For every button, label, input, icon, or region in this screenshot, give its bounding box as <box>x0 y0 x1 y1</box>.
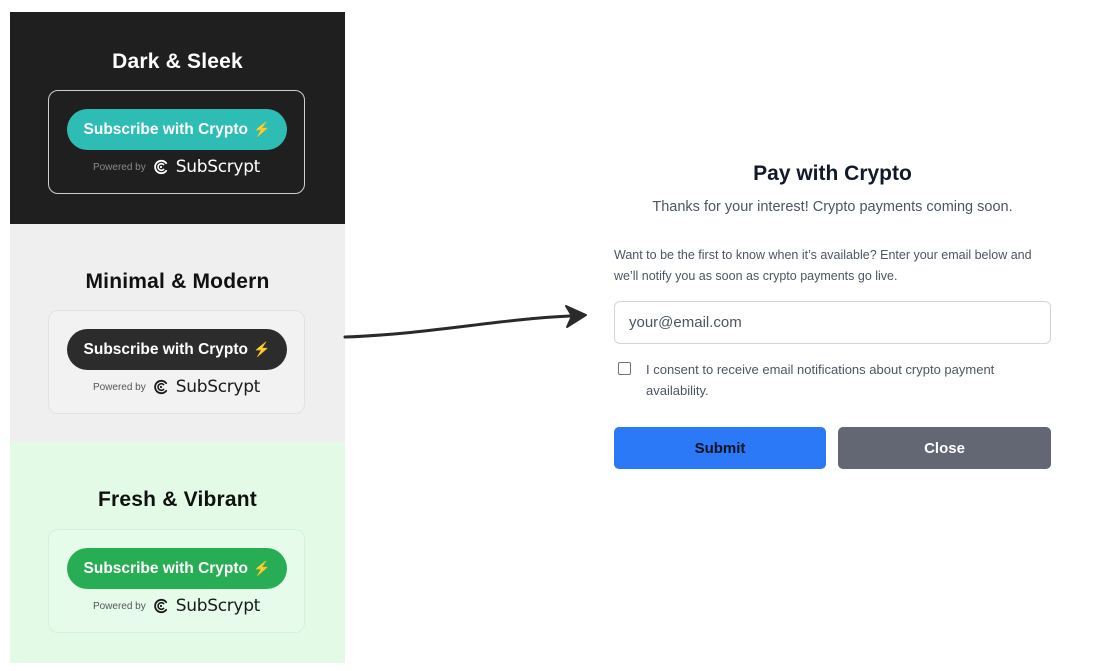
theme-title: Minimal & Modern <box>85 270 270 293</box>
subscribe-widget: Subscribe with Crypto ⚡ Powered by SubSc… <box>48 310 305 414</box>
email-field[interactable] <box>614 301 1051 344</box>
close-button[interactable]: Close <box>838 427 1051 469</box>
consent-label: I consent to receive email notifications… <box>646 362 995 398</box>
subscribe-button-label: Subscribe with Crypto <box>83 120 249 138</box>
arrow-right-icon <box>343 305 587 339</box>
lightning-icon: ⚡ <box>253 560 271 576</box>
modal-title: Pay with Crypto <box>753 162 912 185</box>
brand-name: SubScrypt <box>175 377 261 397</box>
theme-title: Dark & Sleek <box>112 50 243 73</box>
subscribe-button-label: Subscribe with Crypto <box>83 340 249 358</box>
subscrypt-logo-icon <box>154 598 167 614</box>
subscribe-widget: Subscribe with Crypto ⚡ Powered by SubSc… <box>48 529 305 633</box>
lightning-icon: ⚡ <box>253 341 271 357</box>
lightning-icon: ⚡ <box>253 121 271 137</box>
pay-with-crypto-modal: Pay with Crypto Thanks for your interest… <box>600 150 1065 490</box>
subscribe-button[interactable]: Subscribe with Crypto ⚡ <box>67 329 287 370</box>
theme-panel-dark: Dark & Sleek Subscribe with Crypto ⚡ Pow… <box>10 12 345 224</box>
subscrypt-logo-icon <box>154 379 167 395</box>
theme-panel-fresh: Fresh & Vibrant Subscribe with Crypto ⚡ … <box>10 442 345 663</box>
subscrypt-logo-icon <box>154 159 167 175</box>
theme-title: Fresh & Vibrant <box>98 488 257 511</box>
powered-by: Powered by SubScrypt <box>49 596 304 616</box>
consent-checkbox[interactable] <box>618 362 631 375</box>
subscribe-widget: Subscribe with Crypto ⚡ Powered by SubSc… <box>48 90 305 194</box>
subscribe-button-label: Subscribe with Crypto <box>83 559 249 577</box>
subscribe-button[interactable]: Subscribe with Crypto ⚡ <box>67 109 287 150</box>
modal-description: Want to be the first to know when it’s a… <box>614 248 1032 283</box>
subscribe-button[interactable]: Subscribe with Crypto ⚡ <box>67 548 287 589</box>
powered-by: Powered by SubScrypt <box>49 377 304 397</box>
powered-by-label: Powered by <box>92 381 146 393</box>
powered-by-label: Powered by <box>92 161 146 173</box>
powered-by: Powered by SubScrypt <box>49 157 304 177</box>
powered-by-label: Powered by <box>92 600 146 612</box>
modal-subtitle: Thanks for your interest! Crypto payment… <box>652 199 1013 215</box>
brand-name: SubScrypt <box>175 157 261 177</box>
theme-panel-minimal: Minimal & Modern Subscribe with Crypto ⚡… <box>10 224 345 442</box>
submit-button[interactable]: Submit <box>614 427 826 469</box>
brand-name: SubScrypt <box>175 596 261 616</box>
